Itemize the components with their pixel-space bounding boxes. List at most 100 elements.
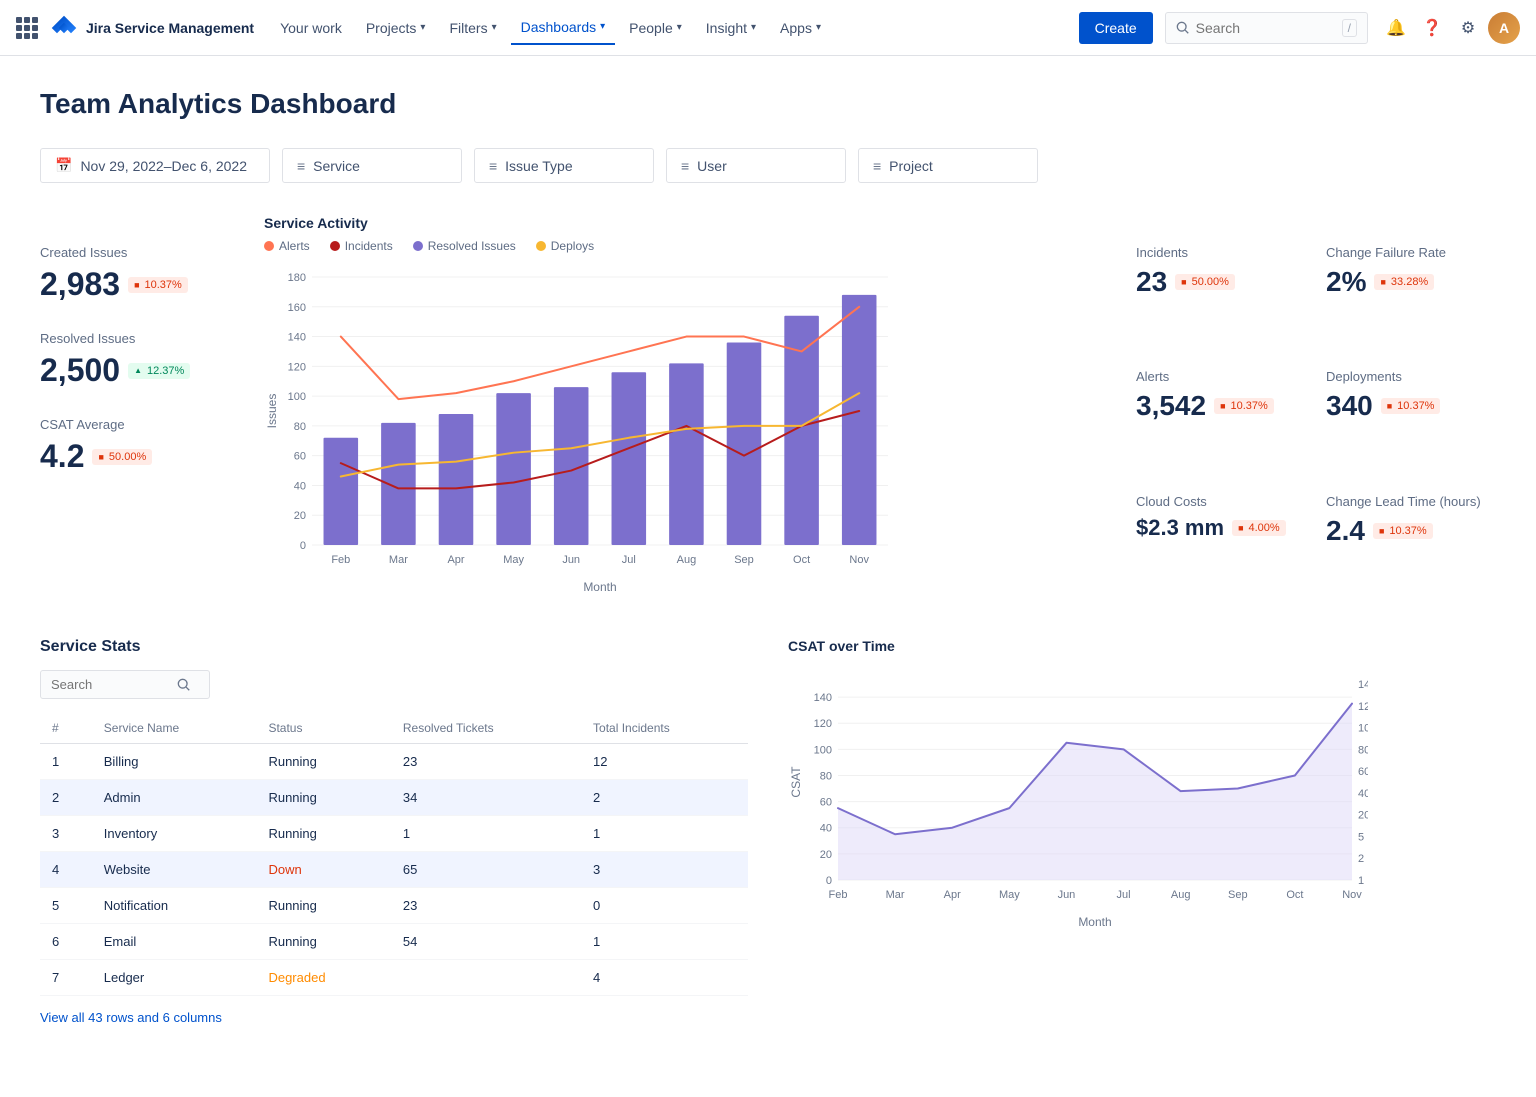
service-stats-table: # Service Name Status Resolved Tickets T…: [40, 713, 748, 996]
table-search-input[interactable]: [51, 677, 171, 692]
svg-text:0: 0: [826, 875, 832, 887]
svg-text:120: 120: [288, 361, 306, 373]
table-row: 7 Ledger Degraded 4: [40, 960, 748, 996]
csat-section: CSAT over Time 0204060801001201401252040…: [788, 638, 1496, 1065]
svg-text:Feb: Feb: [331, 554, 350, 566]
app-logo[interactable]: Jira Service Management: [50, 14, 254, 42]
filter-user[interactable]: ≡ User: [666, 148, 846, 183]
projects-chevron-icon: ▾: [420, 22, 425, 33]
insight-chevron-icon: ▾: [751, 22, 756, 33]
nav-projects[interactable]: Projects ▾: [356, 12, 436, 44]
svg-text:60: 60: [294, 451, 306, 463]
resolved-issues-value: 2,500 ▲ 12.37%: [40, 352, 240, 389]
filters-chevron-icon: ▾: [492, 22, 497, 33]
resolved-issues-dot: [413, 241, 423, 251]
svg-text:80: 80: [294, 421, 306, 433]
svg-text:180: 180: [288, 272, 306, 284]
jira-logo-icon: [50, 14, 78, 42]
filter-service-icon: ≡: [297, 158, 305, 174]
main-content: Team Analytics Dashboard 📅 Nov 29, 2022–…: [0, 56, 1536, 1097]
cell-service-name: Billing: [92, 744, 257, 780]
svg-text:Jul: Jul: [1117, 889, 1131, 901]
service-stats-section: Service Stats # Service Name Status Reso…: [40, 638, 748, 1025]
svg-text:100: 100: [814, 744, 832, 756]
csat-title: CSAT over Time: [788, 638, 1496, 654]
svg-text:40: 40: [294, 480, 306, 492]
incidents-badge: ■ 50.00%: [1175, 274, 1235, 290]
nav-filters[interactable]: Filters ▾: [439, 12, 506, 44]
svg-text:5: 5: [1358, 831, 1364, 843]
svg-text:Month: Month: [1078, 915, 1111, 929]
cell-resolved: 23: [391, 744, 581, 780]
stat-created-issues: Created Issues 2,983 ■ 10.37%: [40, 245, 240, 303]
svg-text:160: 160: [288, 302, 306, 314]
nav-people[interactable]: People ▾: [619, 12, 692, 44]
nav-icon-group: 🔔 ❓ ⚙ A: [1380, 12, 1520, 44]
filter-project-icon: ≡: [873, 158, 881, 174]
nav-insight[interactable]: Insight ▾: [696, 12, 766, 44]
nav-your-work[interactable]: Your work: [270, 12, 352, 44]
cell-status: Running: [256, 816, 390, 852]
stat-csat-average: CSAT Average 4.2 ■ 50.00%: [40, 417, 240, 475]
col-status: Status: [256, 713, 390, 744]
legend-incidents: Incidents: [330, 239, 393, 253]
resolved-issues-badge: ▲ 12.37%: [128, 363, 190, 379]
filters-row: 📅 Nov 29, 2022–Dec 6, 2022 ≡ Service ≡ I…: [40, 148, 1496, 183]
create-button[interactable]: Create: [1079, 12, 1153, 44]
table-header-row: # Service Name Status Resolved Tickets T…: [40, 713, 748, 744]
svg-text:140: 140: [288, 332, 306, 344]
table-row: 5 Notification Running 23 0: [40, 888, 748, 924]
cell-status: Running: [256, 888, 390, 924]
cell-resolved: 65: [391, 852, 581, 888]
notifications-button[interactable]: 🔔: [1380, 12, 1412, 44]
cfr-badge: ■ 33.28%: [1374, 274, 1434, 290]
csat-average-badge: ■ 50.00%: [92, 449, 152, 465]
svg-text:May: May: [503, 554, 524, 566]
view-all-link[interactable]: View all 43 rows and 6 columns: [40, 1010, 222, 1025]
svg-text:1: 1: [1358, 875, 1364, 887]
legend-deploys: Deploys: [536, 239, 594, 253]
svg-text:Oct: Oct: [1286, 889, 1303, 901]
left-stats: Created Issues 2,983 ■ 10.37% Resolved I…: [40, 215, 240, 598]
service-table-body: 1 Billing Running 23 12 2 Admin Running …: [40, 744, 748, 996]
badge-icon: ■: [98, 452, 103, 462]
search-input[interactable]: [1196, 20, 1336, 36]
cell-number: 4: [40, 852, 92, 888]
cell-incidents: 1: [581, 924, 748, 960]
cell-incidents: 2: [581, 780, 748, 816]
cell-service-name: Notification: [92, 888, 257, 924]
svg-text:Aug: Aug: [677, 554, 697, 566]
cell-number: 3: [40, 816, 92, 852]
filter-issue-icon: ≡: [489, 158, 497, 174]
filter-date[interactable]: 📅 Nov 29, 2022–Dec 6, 2022: [40, 148, 270, 183]
cell-resolved: 54: [391, 924, 581, 960]
cell-incidents: 1: [581, 816, 748, 852]
badge-icon: ■: [134, 280, 139, 290]
avatar-image: A: [1488, 12, 1520, 44]
filter-service[interactable]: ≡ Service: [282, 148, 462, 183]
settings-button[interactable]: ⚙: [1452, 12, 1484, 44]
filter-project[interactable]: ≡ Project: [858, 148, 1038, 183]
svg-text:120: 120: [814, 718, 832, 730]
svg-text:60: 60: [820, 797, 832, 809]
service-stats-title: Service Stats: [40, 638, 748, 656]
csat-average-value: 4.2 ■ 50.00%: [40, 438, 240, 475]
svg-text:Nov: Nov: [1342, 889, 1362, 901]
nav-apps[interactable]: Apps ▾: [770, 12, 831, 44]
filter-issue-type[interactable]: ≡ Issue Type: [474, 148, 654, 183]
chart-area: 020406080100120140160180FebMarAprMayJunJ…: [264, 265, 1112, 598]
cell-incidents: 12: [581, 744, 748, 780]
clt-badge: ■ 10.37%: [1373, 523, 1433, 539]
svg-text:20: 20: [1358, 810, 1368, 822]
chart-legend: Alerts Incidents Resolved Issues Deploys: [264, 239, 1112, 253]
cell-number: 5: [40, 888, 92, 924]
alerts-dot: [264, 241, 274, 251]
legend-resolved-issues: Resolved Issues: [413, 239, 516, 253]
svg-text:Jul: Jul: [622, 554, 636, 566]
grid-icon[interactable]: [16, 17, 38, 39]
svg-text:Issues: Issues: [265, 394, 279, 429]
help-button[interactable]: ❓: [1416, 12, 1448, 44]
nav-dashboards[interactable]: Dashboards ▾: [511, 11, 616, 45]
avatar[interactable]: A: [1488, 12, 1520, 44]
people-chevron-icon: ▾: [677, 22, 682, 33]
